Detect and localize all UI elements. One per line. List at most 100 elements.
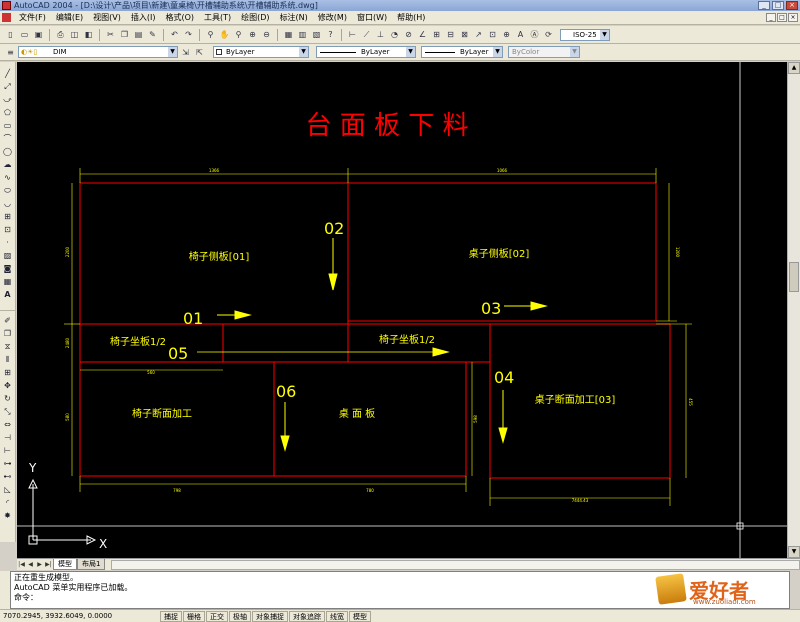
mirror-icon[interactable]: ⧖ [2,341,14,353]
array-icon[interactable]: ⊞ [2,367,14,379]
properties-icon[interactable]: ▦ [282,28,295,41]
circle-icon[interactable]: ◯ [2,146,14,158]
ellipse-icon[interactable]: ⬭ [2,185,14,197]
layer-previous-icon[interactable]: ⇱ [193,46,206,59]
ellipse-arc-icon[interactable]: ◡ [2,198,14,210]
leader-icon[interactable]: ↗ [472,28,485,41]
explode-icon[interactable]: ✸ [2,510,14,522]
lineweight-dropdown[interactable]: ByLayer ▼ [421,46,503,58]
vertical-scrollbar[interactable]: ▲ ▼ [787,62,800,558]
plotstyle-dropdown[interactable]: ByColor ▼ [508,46,580,58]
toggle-grid[interactable]: 栅格 [183,610,205,622]
tab-layout1[interactable]: 布局1 [77,559,106,570]
zoom-window-icon[interactable]: ⊕ [246,28,259,41]
arc-icon[interactable]: ⌒ [2,133,14,145]
fillet-icon[interactable]: ◜ [2,497,14,509]
linetype-dropdown[interactable]: ByLayer ▼ [316,46,416,58]
publish-icon[interactable]: ◧ [82,28,95,41]
menu-file[interactable]: 文件(F) [14,12,51,23]
dim-edit-icon[interactable]: A [514,28,527,41]
rectangle-icon[interactable]: ▭ [2,120,14,132]
menu-insert[interactable]: 插入(I) [126,12,161,23]
menu-modify[interactable]: 修改(M) [313,12,352,23]
undo-icon[interactable]: ↶ [168,28,181,41]
move-icon[interactable]: ✥ [2,380,14,392]
dim-ordinate-icon[interactable]: ⊥ [374,28,387,41]
dim-diameter-icon[interactable]: ⊘ [402,28,415,41]
rotate-icon[interactable]: ↻ [2,393,14,405]
scroll-thumb[interactable] [789,262,799,292]
make-block-icon[interactable]: ⊡ [2,224,14,236]
layer-dropdown[interactable]: ◐☀▯ DIM ▼ [18,46,178,58]
dim-angular-icon[interactable]: ∠ [416,28,429,41]
toggle-osnap[interactable]: 对象捕捉 [252,610,288,622]
break-at-point-icon[interactable]: ⊶ [2,458,14,470]
print-preview-icon[interactable]: ◫ [68,28,81,41]
tab-model[interactable]: 模型 [53,559,77,570]
scale-icon[interactable]: ⤡ [2,406,14,418]
minimize-button[interactable]: _ [758,1,770,10]
point-icon[interactable]: · [2,237,14,249]
toggle-otrack[interactable]: 对象追踪 [289,610,325,622]
menu-draw[interactable]: 绘图(D) [236,12,274,23]
doc-restore-button[interactable]: □ [777,13,787,22]
print-icon[interactable]: ⎙ [54,28,67,41]
next-tab-icon[interactable]: ▶ [35,560,44,569]
mtext-icon[interactable]: A [2,289,14,301]
horizontal-scrollbar[interactable] [111,559,800,570]
open-file-icon[interactable]: ▭ [18,28,31,41]
zoom-realtime-icon[interactable]: ⚲ [232,28,245,41]
toggle-lineweight[interactable]: 线宽 [326,610,348,622]
doc-close-button[interactable]: × [788,13,798,22]
close-button[interactable]: × [786,1,798,10]
coordinate-readout[interactable]: 7070.2945, 3932.6049, 0.0000 [0,612,160,620]
tool-palettes-icon[interactable]: ▧ [310,28,323,41]
copy-icon[interactable]: ❐ [118,28,131,41]
menu-help[interactable]: 帮助(H) [392,12,430,23]
hyperlink-icon[interactable]: ⚲ [204,28,217,41]
insert-block-icon[interactable]: ⊞ [2,211,14,223]
last-tab-icon[interactable]: ▶| [44,560,53,569]
toggle-model[interactable]: 模型 [349,610,371,622]
stretch-icon[interactable]: ⇔ [2,419,14,431]
document-icon[interactable] [2,13,11,22]
save-icon[interactable]: ▣ [32,28,45,41]
copy-object-icon[interactable]: ❐ [2,328,14,340]
zoom-previous-icon[interactable]: ⊖ [260,28,273,41]
dim-linear-icon[interactable]: ⊢ [346,28,359,41]
prev-tab-icon[interactable]: ◀ [26,560,35,569]
doc-minimize-button[interactable]: _ [766,13,776,22]
dim-radius-icon[interactable]: ◔ [388,28,401,41]
scroll-up-icon[interactable]: ▲ [788,62,800,74]
trim-icon[interactable]: ⊣ [2,432,14,444]
redo-icon[interactable]: ↷ [182,28,195,41]
tolerance-icon[interactable]: ⊡ [486,28,499,41]
center-mark-icon[interactable]: ⊕ [500,28,513,41]
menu-window[interactable]: 窗口(W) [352,12,392,23]
dim-continue-icon[interactable]: ⊠ [458,28,471,41]
paste-icon[interactable]: ▤ [132,28,145,41]
dim-baseline-icon[interactable]: ⊟ [444,28,457,41]
erase-icon[interactable]: ✐ [2,315,14,327]
first-tab-icon[interactable]: |◀ [17,560,26,569]
menu-format[interactable]: 格式(O) [160,12,199,23]
spline-icon[interactable]: ∿ [2,172,14,184]
break-icon[interactable]: ⊷ [2,471,14,483]
chamfer-icon[interactable]: ◺ [2,484,14,496]
revcloud-icon[interactable]: ☁ [2,159,14,171]
menu-dimension[interactable]: 标注(N) [275,12,313,23]
make-object-layer-current-icon[interactable]: ⇲ [179,46,192,59]
extend-icon[interactable]: ⊢ [2,445,14,457]
cut-icon[interactable]: ✂ [104,28,117,41]
match-properties-icon[interactable]: ✎ [146,28,159,41]
line-icon[interactable]: ╱ [2,68,14,80]
toggle-polar[interactable]: 极轴 [229,610,251,622]
offset-icon[interactable]: ⫴ [2,354,14,366]
hatch-icon[interactable]: ▨ [2,250,14,262]
region-icon[interactable]: ◙ [2,263,14,275]
toggle-ortho[interactable]: 正交 [206,610,228,622]
command-window-handle[interactable] [0,571,10,609]
drawing-canvas[interactable]: 台 面 板 下 料 1366 1066 2200 1200 560 2480 5… [17,62,787,558]
toggle-snap[interactable]: 捕捉 [160,610,182,622]
dim-style-dropdown[interactable]: ISO-25 ▼ [560,28,610,41]
